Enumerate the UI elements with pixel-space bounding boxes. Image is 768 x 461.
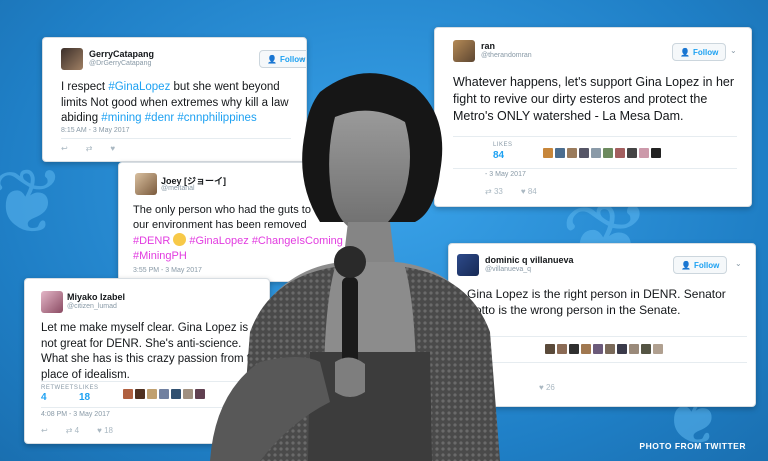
hashtag[interactable]: #denr [145, 112, 174, 124]
retweets-count[interactable]: 4 [41, 392, 47, 403]
add-user-icon: 👤 [681, 260, 691, 270]
retweet-icon[interactable]: ⇄ [86, 144, 93, 153]
twitter-bird-icon: ❦ [0, 150, 66, 255]
chevron-down-icon[interactable]: ⌄ [735, 259, 742, 268]
follow-label: Follow [693, 260, 720, 270]
tweet-author-name: Miyako Izabel [67, 292, 126, 302]
likes-count[interactable]: 18 [79, 392, 90, 403]
likes-label: LIKES [79, 385, 99, 391]
tweet-author-handle: @meltanal [161, 185, 195, 192]
reply-icon[interactable]: ↩ [61, 144, 68, 153]
tweet-author-name: GerryCatapang [89, 49, 155, 59]
tweet-author-handle: @citizen_lumad [67, 303, 117, 310]
hashtag[interactable]: #GinaLopez [108, 81, 170, 93]
tweet-actions: ♥ 26 [539, 383, 555, 392]
emoji-icon [173, 232, 187, 246]
avatar [135, 173, 157, 195]
chevron-down-icon[interactable]: ⌄ [299, 53, 306, 62]
chevron-down-icon[interactable]: ⌄ [730, 46, 737, 55]
follow-label: Follow [692, 47, 719, 57]
avatar [41, 291, 63, 313]
like-icon[interactable]: ♥ [110, 144, 115, 153]
tweet-author-name: ran [481, 41, 496, 51]
retweet-icon[interactable]: ⇄ 4 [66, 426, 79, 435]
reply-icon[interactable]: ↩ [41, 426, 48, 435]
follow-button[interactable]: 👤 Follow [672, 43, 727, 61]
avatar [61, 48, 83, 70]
tweet-actions: ↩ ⇄ 4 ♥ 18 [41, 426, 113, 435]
like-icon[interactable]: ♥ 18 [97, 426, 113, 435]
hashtag[interactable]: #MiningPH [133, 250, 187, 262]
photo-credit: PHOTO FROM TWITTER [639, 441, 746, 451]
tweet-timestamp[interactable]: 8:15 AM - 3 May 2017 [61, 127, 129, 134]
tweet-author-handle: @DrGerryCatapang [89, 60, 152, 67]
likers-avatars [543, 148, 661, 158]
follow-button[interactable]: 👤 Follow [673, 256, 728, 274]
tweet-author-handle: @therandomran [481, 52, 532, 59]
speaker-photo [210, 73, 500, 461]
like-icon[interactable]: ♥ 26 [539, 383, 555, 392]
likers-avatars [123, 389, 205, 399]
hashtag[interactable]: #DENR [133, 235, 170, 247]
avatar [453, 40, 475, 62]
add-user-icon: 👤 [680, 47, 690, 57]
likers-avatars [545, 344, 663, 354]
hashtag[interactable]: #mining [101, 112, 141, 124]
tweet-timestamp[interactable]: 3:55 PM - 3 May 2017 [133, 267, 202, 274]
tweet-timestamp[interactable]: 4:08 PM - 3 May 2017 [41, 411, 110, 418]
tweet-actions: ↩ ⇄ ♥ [61, 144, 115, 153]
retweets-label: RETWEETS [41, 385, 79, 391]
